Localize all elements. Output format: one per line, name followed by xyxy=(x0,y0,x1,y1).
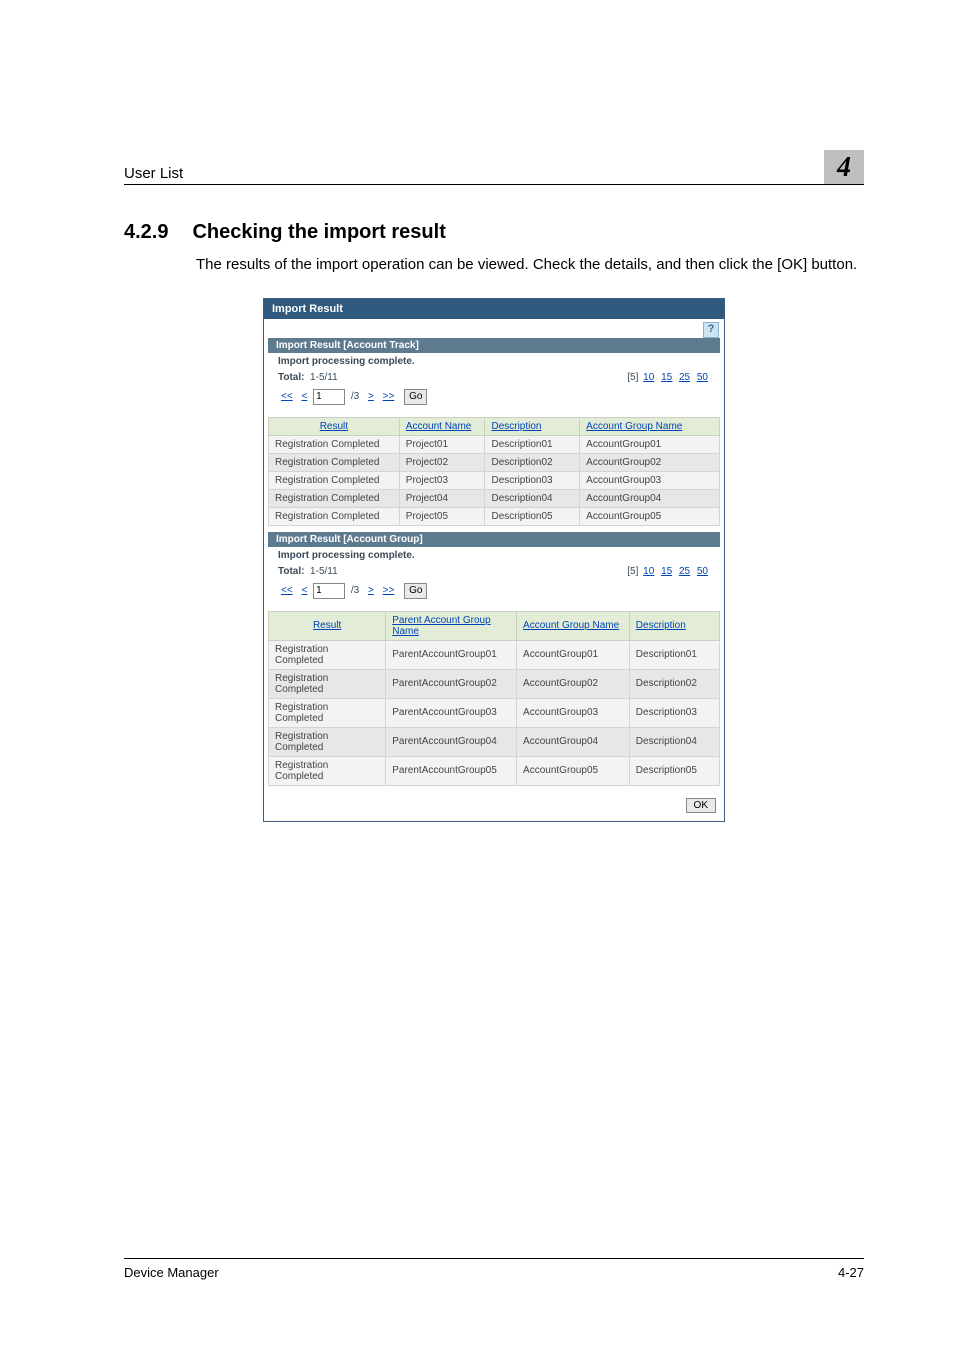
footer-right: 4-27 xyxy=(838,1265,864,1280)
group-pager[interactable]: << < /3 > >> Go xyxy=(268,581,720,605)
chapter-number: 4 xyxy=(824,150,864,184)
prev-page-link[interactable]: < xyxy=(301,391,307,402)
page-input[interactable] xyxy=(313,389,345,405)
section-number: 4.2.9 xyxy=(124,221,168,244)
group-total: Total: 1-5/11 xyxy=(278,566,338,577)
section-heading: 4.2.9 Checking the import result xyxy=(124,221,864,244)
group-section-header: Import Result [Account Group] xyxy=(268,532,720,547)
table-row: Registration CompletedProject05Descripti… xyxy=(269,507,720,525)
table-row: Registration CompletedProject04Descripti… xyxy=(269,489,720,507)
go-button[interactable]: Go xyxy=(404,389,427,405)
table-row: Registration CompletedProject03Descripti… xyxy=(269,471,720,489)
track-total: Total: 1-5/11 xyxy=(278,372,338,383)
last-page-link[interactable]: >> xyxy=(383,585,395,596)
page-footer: Device Manager 4-27 xyxy=(124,1258,864,1280)
footer-left: Device Manager xyxy=(124,1265,219,1280)
next-page-link[interactable]: > xyxy=(368,391,374,402)
col-account-name[interactable]: Account Name xyxy=(399,417,485,435)
table-row: Registration CompletedProject01Descripti… xyxy=(269,435,720,453)
col-description[interactable]: Description xyxy=(485,417,580,435)
ok-button[interactable]: OK xyxy=(686,798,716,813)
track-pager[interactable]: << < /3 > >> Go xyxy=(268,387,720,411)
col-account-group-name[interactable]: Account Group Name xyxy=(580,417,720,435)
page-header: User List 4 xyxy=(124,150,864,185)
next-page-link[interactable]: > xyxy=(368,585,374,596)
help-icon[interactable]: ? xyxy=(703,322,719,338)
table-row: Registration CompletedParentAccountGroup… xyxy=(269,756,720,785)
table-row: Registration CompletedProject02Descripti… xyxy=(269,453,720,471)
prev-page-link[interactable]: < xyxy=(301,585,307,596)
col-result[interactable]: Result xyxy=(269,611,386,640)
col-result[interactable]: Result xyxy=(269,417,400,435)
table-row: Registration CompletedParentAccountGroup… xyxy=(269,727,720,756)
table-row: Registration CompletedParentAccountGroup… xyxy=(269,698,720,727)
track-table: Result Account Name Description Account … xyxy=(268,417,720,526)
track-section-header: Import Result [Account Track] xyxy=(268,338,720,353)
table-row: Registration CompletedParentAccountGroup… xyxy=(269,640,720,669)
section-body: The results of the import operation can … xyxy=(196,254,864,276)
import-result-dialog: Import Result ? Import Result [Account T… xyxy=(263,298,725,822)
header-title: User List xyxy=(124,165,824,182)
first-page-link[interactable]: << xyxy=(281,585,293,596)
last-page-link[interactable]: >> xyxy=(383,391,395,402)
group-page-size[interactable]: [5] 10 15 25 50 xyxy=(627,566,710,577)
track-page-size[interactable]: [5] 10 15 25 50 xyxy=(627,372,710,383)
track-status: Import processing complete. xyxy=(268,353,720,370)
group-table: Result Parent Account Group Name Account… xyxy=(268,611,720,786)
page-input[interactable] xyxy=(313,583,345,599)
first-page-link[interactable]: << xyxy=(281,391,293,402)
dialog-title: Import Result xyxy=(264,299,724,319)
col-group-name[interactable]: Account Group Name xyxy=(517,611,630,640)
col-description[interactable]: Description xyxy=(629,611,719,640)
col-parent-group[interactable]: Parent Account Group Name xyxy=(386,611,517,640)
go-button[interactable]: Go xyxy=(404,583,427,599)
section-title: Checking the import result xyxy=(192,221,445,244)
table-row: Registration CompletedParentAccountGroup… xyxy=(269,669,720,698)
group-status: Import processing complete. xyxy=(268,547,720,564)
